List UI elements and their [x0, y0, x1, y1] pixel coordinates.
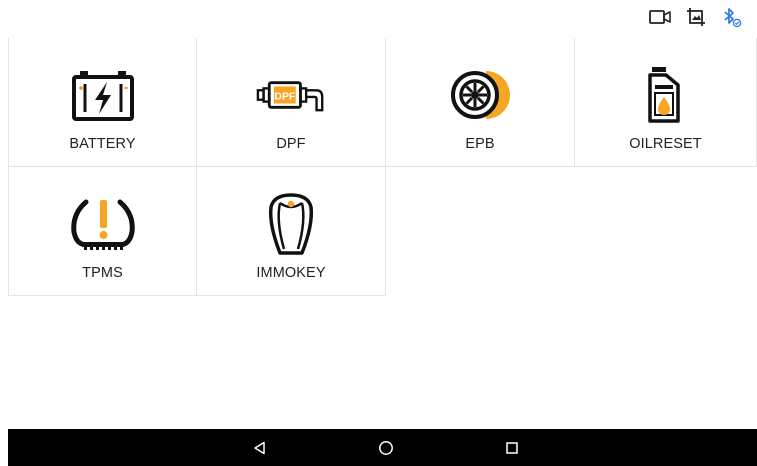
function-grid: BATTERY DPF DPF EPB OILRESET TPMS IMMOKE…	[8, 38, 757, 296]
function-tile-battery[interactable]: BATTERY	[8, 38, 197, 167]
function-label: OILRESET	[629, 136, 702, 152]
back-icon[interactable]	[249, 437, 271, 459]
tpms-tire-icon	[68, 189, 138, 259]
home-icon[interactable]	[375, 437, 397, 459]
epb-brake-icon	[445, 60, 515, 130]
status-bar	[0, 0, 757, 36]
function-tile-oilreset[interactable]: OILRESET	[575, 38, 757, 167]
image-crop-icon[interactable]	[685, 6, 707, 28]
immo-key-icon	[256, 189, 326, 259]
function-tile-tpms[interactable]: TPMS	[8, 167, 197, 296]
function-label: DPF	[276, 136, 306, 152]
oil-reset-icon	[631, 60, 701, 130]
function-tile-dpf[interactable]: DPF DPF	[197, 38, 386, 167]
dpf-icon: DPF	[256, 60, 326, 130]
bluetooth-connected-icon[interactable]	[721, 6, 743, 28]
status-icons	[649, 6, 743, 28]
svg-text:DPF: DPF	[274, 92, 295, 103]
function-label: TPMS	[82, 265, 123, 281]
function-label: IMMOKEY	[256, 265, 326, 281]
video-camera-icon[interactable]	[649, 6, 671, 28]
recent-apps-icon[interactable]	[501, 437, 523, 459]
function-label: EPB	[465, 136, 495, 152]
function-label: BATTERY	[69, 136, 136, 152]
navigation-bar	[8, 429, 757, 466]
function-tile-immokey[interactable]: IMMOKEY	[197, 167, 386, 296]
battery-icon	[68, 60, 138, 130]
function-tile-epb[interactable]: EPB	[386, 38, 575, 167]
